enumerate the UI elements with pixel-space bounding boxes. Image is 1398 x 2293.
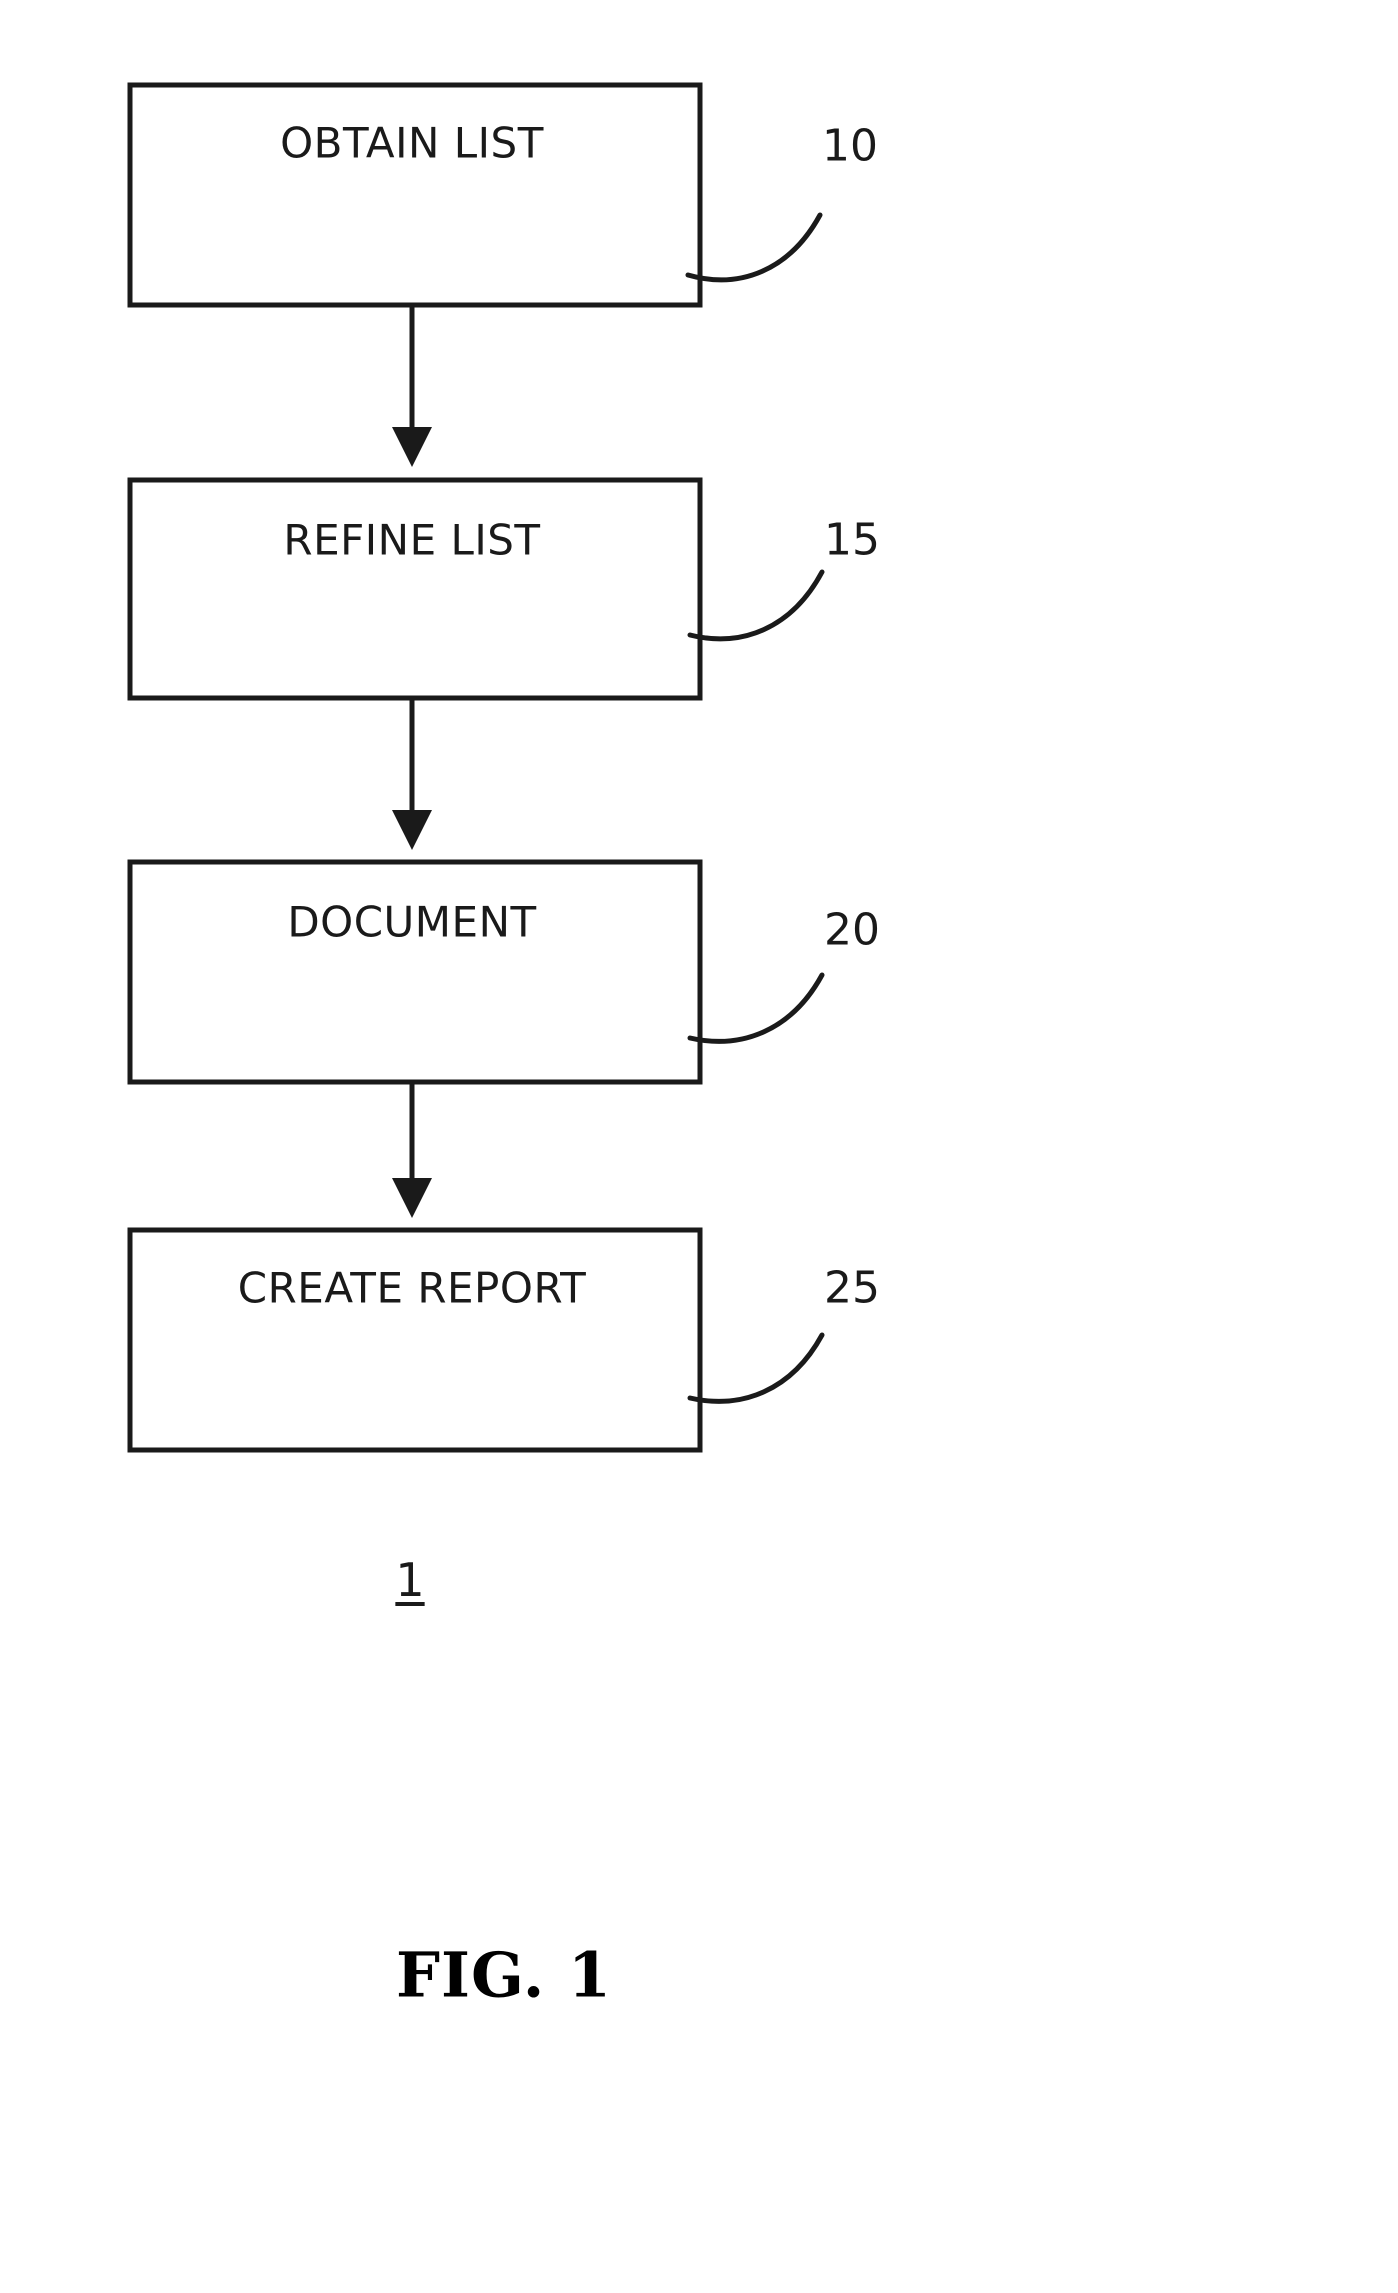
reference-numeral-10: 10 xyxy=(822,120,878,172)
process-box-label-obtain-list: OBTAIN LIST xyxy=(280,118,544,168)
leader-line-10 xyxy=(685,212,823,283)
diagram-reference-number: 1 xyxy=(395,1553,425,1607)
leader-line-20 xyxy=(687,972,825,1044)
process-box-document xyxy=(127,859,703,1085)
process-box-label-document: DOCUMENT xyxy=(287,897,537,947)
flowchart-graphics xyxy=(127,82,825,1453)
leader-line-25 xyxy=(687,1332,825,1404)
process-box-label-refine-list: REFINE LIST xyxy=(283,515,541,565)
reference-numeral-25: 25 xyxy=(824,1262,880,1314)
process-box-label-create-report: CREATE REPORT xyxy=(237,1263,587,1313)
reference-numeral-20: 20 xyxy=(824,904,880,956)
figure-canvas: OBTAIN LIST REFINE LIST DOCUMENT CREATE … xyxy=(0,0,1398,2293)
process-box-refine-list xyxy=(127,477,703,701)
reference-numeral-15: 15 xyxy=(824,514,880,566)
leader-line-15 xyxy=(687,569,825,642)
figure-caption: FIG. 1 xyxy=(395,1938,613,2012)
